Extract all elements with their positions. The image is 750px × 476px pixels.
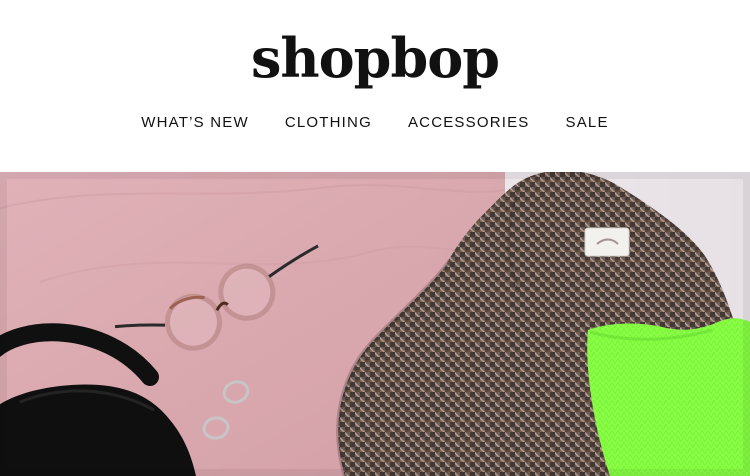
brand-label-icon — [584, 227, 630, 257]
hero-image[interactable] — [0, 172, 750, 476]
neon-green-knit-top-icon — [587, 318, 750, 476]
shopbop-logo[interactable]: shopbop — [0, 22, 750, 94]
nav-whats-new[interactable]: WHAT’S NEW — [141, 113, 249, 133]
nav-accessories[interactable]: ACCESSORIES — [408, 113, 530, 133]
hero-illustration — [0, 172, 750, 476]
nav-clothing[interactable]: CLOTHING — [285, 113, 372, 133]
header: shopbop WHAT’S NEW CLOTHING ACCESSORIES … — [0, 0, 750, 172]
nav-sale[interactable]: SALE — [566, 113, 609, 133]
main-nav: WHAT’S NEW CLOTHING ACCESSORIES SALE — [0, 113, 750, 133]
email-page: shopbop WHAT’S NEW CLOTHING ACCESSORIES … — [0, 0, 750, 476]
